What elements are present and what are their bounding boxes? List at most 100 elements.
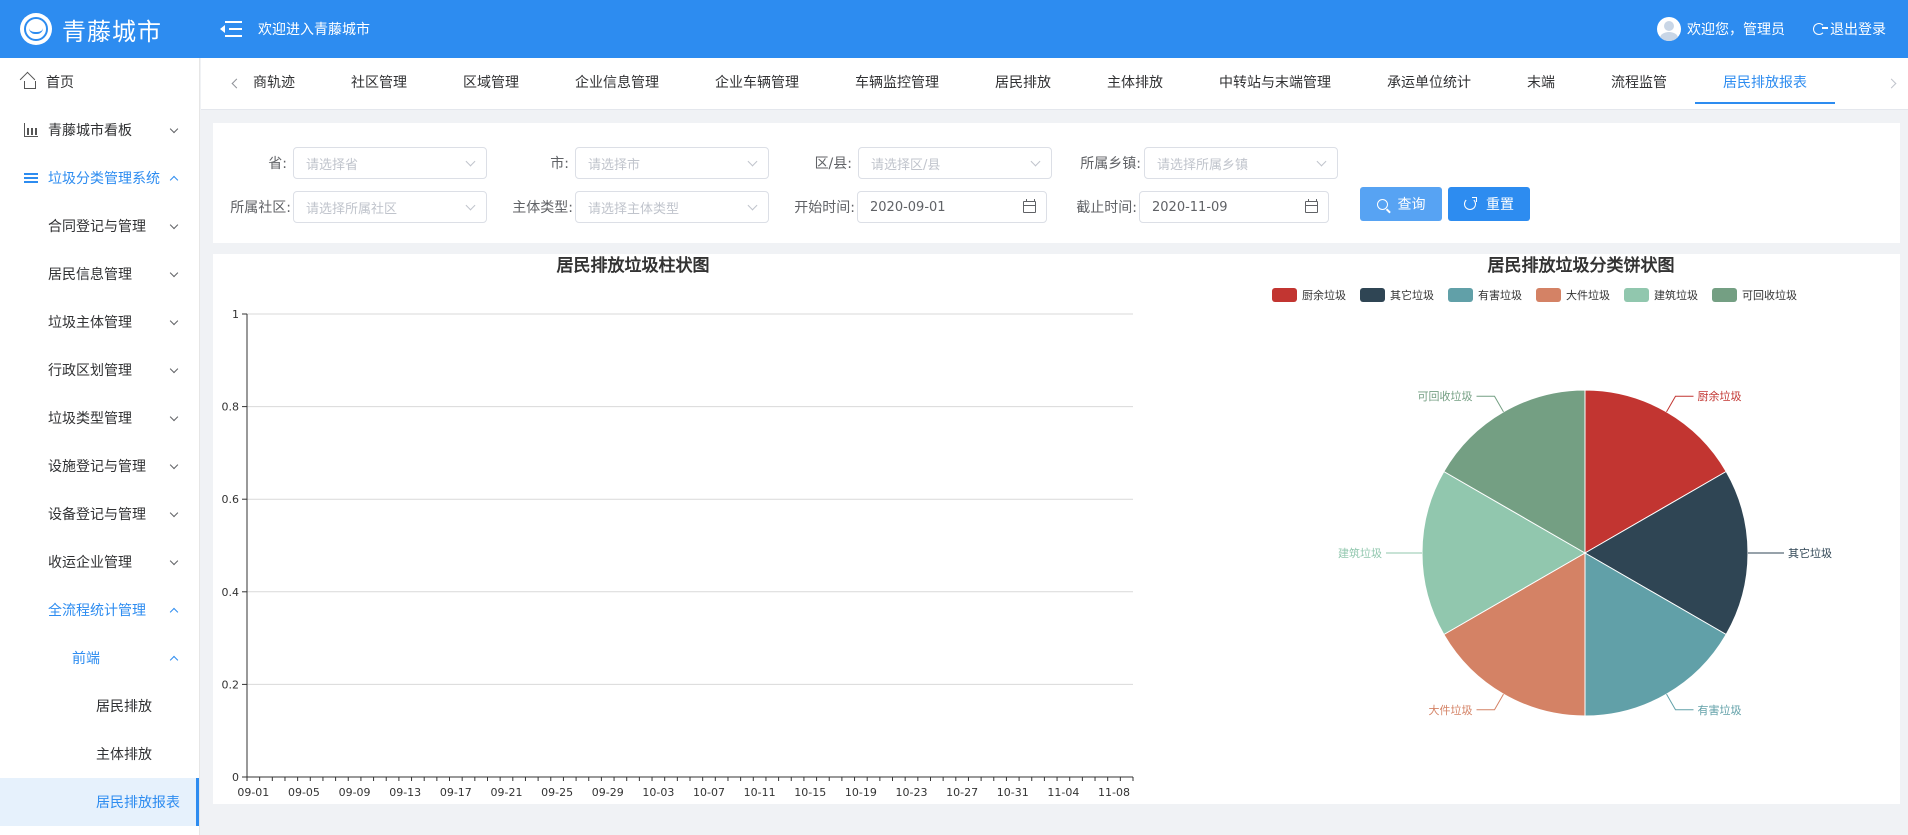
sidebar-item-8[interactable]: 设施登记与管理 bbox=[0, 442, 199, 490]
sidebar-item-4[interactable]: 居民信息管理 bbox=[0, 250, 199, 298]
city-select[interactable]: 请选择市 bbox=[575, 147, 769, 179]
province-select[interactable]: 请选择省 bbox=[293, 147, 487, 179]
community-select[interactable]: 请选择所属社区 bbox=[293, 191, 487, 223]
tab-12[interactable]: 居民排放报表 bbox=[1695, 58, 1835, 110]
tab-2[interactable]: 区域管理 bbox=[435, 58, 547, 110]
sidebar-item-11[interactable]: 全流程统计管理 bbox=[0, 586, 199, 634]
tab-6[interactable]: 居民排放 bbox=[967, 58, 1079, 110]
x-tick-label: 10-19 bbox=[845, 786, 877, 799]
legend-swatch[interactable] bbox=[1624, 288, 1649, 302]
tabs-bar: 商轨迹 社区管理 区域管理 企业信息管理 企业车辆管理 车辆监控管理 居民排放 主体排放 中转站… bbox=[201, 58, 1908, 110]
legend-swatch[interactable] bbox=[1712, 288, 1737, 302]
legend-label[interactable]: 有害垃圾 bbox=[1478, 288, 1522, 302]
end-time-input[interactable]: 2020-11-09 bbox=[1139, 191, 1329, 223]
pie-label-line bbox=[1666, 693, 1694, 711]
chevron-down-icon bbox=[1030, 156, 1041, 167]
town-label: 所属乡镇: bbox=[1080, 156, 1141, 172]
x-tick-label: 10-07 bbox=[693, 786, 725, 799]
town-select[interactable]: 请选择所属乡镇 bbox=[1144, 147, 1338, 179]
x-tick-label: 10-27 bbox=[946, 786, 978, 799]
chevron-down-icon bbox=[169, 460, 179, 470]
subject-type-select[interactable]: 请选择主体类型 bbox=[575, 191, 769, 223]
tabs-scroll-left-icon[interactable] bbox=[201, 58, 231, 110]
sidebar-item-label: 收运企业管理 bbox=[48, 555, 132, 571]
y-tick-label: 0 bbox=[232, 771, 239, 784]
tab-8[interactable]: 中转站与末端管理 bbox=[1191, 58, 1359, 110]
sidebar-item-14[interactable]: 主体排放 bbox=[0, 730, 199, 778]
sidebar-item-label: 垃圾主体管理 bbox=[48, 315, 132, 331]
x-tick-label: 09-29 bbox=[592, 786, 624, 799]
tab-1[interactable]: 社区管理 bbox=[323, 58, 435, 110]
y-tick-label: 1 bbox=[232, 308, 239, 321]
city-label: 市: bbox=[550, 156, 569, 172]
chart-panel: 居民排放垃圾柱状图 0 0.2 0.4 0.6 0.8 1 09-01 09-05 09-09 09… bbox=[213, 254, 1900, 804]
tab-0[interactable]: 商轨迹 bbox=[253, 58, 323, 110]
sidebar-item-label: 居民信息管理 bbox=[48, 267, 132, 283]
logout-label: 退出登录 bbox=[1830, 22, 1886, 38]
town-filter: 所属乡镇: 请选择所属乡镇 bbox=[1079, 147, 1338, 179]
pie-slice-label: 可回收垃圾 bbox=[1418, 389, 1473, 403]
subject-type-placeholder: 请选择主体类型 bbox=[588, 201, 680, 217]
tab-5[interactable]: 车辆监控管理 bbox=[827, 58, 967, 110]
x-tick-label: 10-11 bbox=[744, 786, 776, 799]
charts-canvas: 居民排放垃圾柱状图 0 0.2 0.4 0.6 0.8 1 09-01 09-05 09-09 09… bbox=[222, 255, 1833, 799]
chevron-down-icon bbox=[169, 124, 179, 134]
sidebar-item-6[interactable]: 行政区划管理 bbox=[0, 346, 199, 394]
sidebar-item-2[interactable]: 垃圾分类管理系统 bbox=[0, 154, 199, 202]
sidebar-item-1[interactable]: 青藤城市看板 bbox=[0, 106, 199, 154]
reset-button[interactable]: 重置 bbox=[1448, 187, 1530, 221]
pie-label-line bbox=[1476, 693, 1504, 711]
y-tick-label: 0.6 bbox=[222, 493, 240, 506]
tab-4[interactable]: 企业车辆管理 bbox=[687, 58, 827, 110]
tab-9[interactable]: 承运单位统计 bbox=[1359, 58, 1499, 110]
sidebar-item-10[interactable]: 收运企业管理 bbox=[0, 538, 199, 586]
legend-label[interactable]: 大件垃圾 bbox=[1566, 288, 1610, 302]
legend-label[interactable]: 其它垃圾 bbox=[1390, 288, 1434, 302]
city-placeholder: 请选择市 bbox=[588, 157, 641, 173]
legend-label[interactable]: 厨余垃圾 bbox=[1302, 288, 1346, 302]
sidebar-item-label: 前端 bbox=[72, 651, 100, 667]
sidebar-item-5[interactable]: 垃圾主体管理 bbox=[0, 298, 199, 346]
legend-swatch[interactable] bbox=[1448, 288, 1473, 302]
district-label: 区/县: bbox=[814, 156, 852, 172]
welcome-text: 欢迎进入青藤城市 bbox=[258, 22, 370, 38]
legend-swatch[interactable] bbox=[1360, 288, 1385, 302]
tab-7[interactable]: 主体排放 bbox=[1079, 58, 1191, 110]
sidebar-item-7[interactable]: 垃圾类型管理 bbox=[0, 394, 199, 442]
user-greeting: 欢迎您，管理员 bbox=[1687, 22, 1785, 38]
sidebar-item-13[interactable]: 居民排放 bbox=[0, 682, 199, 730]
query-button[interactable]: 查询 bbox=[1360, 187, 1442, 221]
legend-swatch[interactable] bbox=[1272, 288, 1297, 302]
logout-button[interactable]: 退出登录 bbox=[1813, 19, 1886, 39]
tab-11[interactable]: 流程监管 bbox=[1583, 58, 1695, 110]
sidebar-item-15[interactable]: 居民排放报表 bbox=[0, 778, 199, 826]
start-time-input[interactable]: 2020-09-01 bbox=[857, 191, 1047, 223]
app-title: 青藤城市 bbox=[62, 17, 162, 46]
sidebar: 首页青藤城市看板 垃圾分类管理系统 合同登记与管理居民信息管理 垃圾主体管理行政区划管… bbox=[0, 58, 200, 835]
sidebar-item-0[interactable]: 首页 bbox=[0, 58, 199, 106]
list-icon bbox=[24, 171, 38, 185]
sidebar-item-label: 首页 bbox=[46, 75, 74, 91]
pie-label-line bbox=[1666, 395, 1694, 413]
chevron-up-icon bbox=[169, 175, 179, 185]
avatar[interactable] bbox=[1657, 17, 1681, 41]
city-filter: 市: 请选择市 bbox=[515, 147, 769, 179]
sidebar-item-12[interactable]: 前端 bbox=[0, 634, 199, 682]
sidebar-item-9[interactable]: 设备登记与管理 bbox=[0, 490, 199, 538]
menu-toggle-icon[interactable] bbox=[220, 20, 242, 38]
sidebar-item-3[interactable]: 合同登记与管理 bbox=[0, 202, 199, 250]
sidebar-item-label: 主体排放 bbox=[96, 747, 152, 763]
district-select[interactable]: 请选择区/县 bbox=[858, 147, 1052, 179]
chevron-down-icon bbox=[169, 556, 179, 566]
start-time-filter: 开始时间: 2020-09-01 bbox=[793, 191, 1047, 223]
legend-swatch[interactable] bbox=[1536, 288, 1561, 302]
tab-10[interactable]: 末端 bbox=[1499, 58, 1583, 110]
pie-chart-title: 居民排放垃圾分类饼状图 bbox=[1488, 255, 1675, 276]
legend-label[interactable]: 可回收垃圾 bbox=[1742, 288, 1797, 302]
calendar-icon bbox=[1305, 199, 1318, 213]
community-placeholder: 请选择所属社区 bbox=[306, 201, 398, 217]
tabs-scroll-right-icon[interactable] bbox=[1878, 58, 1908, 110]
legend-label[interactable]: 建筑垃圾 bbox=[1654, 288, 1698, 302]
calendar-icon bbox=[1023, 199, 1036, 213]
tab-3[interactable]: 企业信息管理 bbox=[547, 58, 687, 110]
